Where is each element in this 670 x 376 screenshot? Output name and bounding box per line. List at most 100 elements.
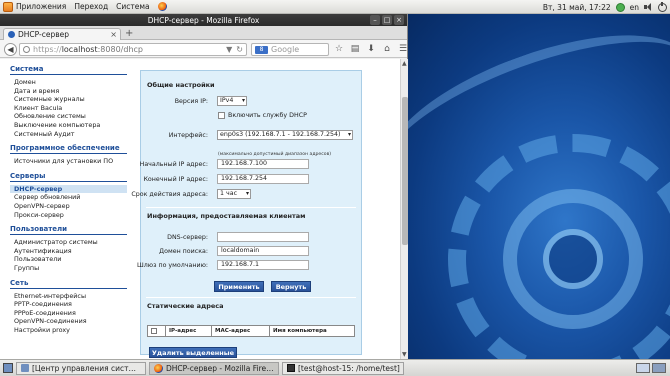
- ip-version-select[interactable]: IPv4 ▾: [217, 96, 247, 106]
- wallpaper-gear-core: [543, 229, 603, 289]
- sidebar-item[interactable]: DHCP-сервер: [10, 184, 127, 194]
- range-hint: (максимально допустимый диапазон адресов…: [218, 152, 332, 157]
- applications-label: Приложения: [16, 2, 67, 11]
- task-terminal[interactable]: [test@host-15: /home/test]: [282, 361, 404, 375]
- downloads-icon[interactable]: ⬇: [365, 43, 377, 55]
- power-icon[interactable]: [658, 1, 667, 12]
- volume-icon[interactable]: [644, 3, 653, 11]
- url-path: :8080/dhcp: [97, 45, 143, 54]
- url-bar[interactable]: https://localhost:8080/dhcp ▼ ↻: [19, 43, 247, 56]
- reload-icon[interactable]: ↻: [236, 45, 243, 54]
- sidebar-item[interactable]: Выключение компьютера: [10, 121, 127, 130]
- workspace-1[interactable]: [636, 363, 650, 373]
- sidebar-section: Пользователи Администратор системы Аутенти…: [10, 225, 127, 272]
- sidebar-section-title: Пользователи: [10, 225, 127, 236]
- sidebar-section-title: Система: [10, 65, 127, 75]
- sidebar-section-title: Программное обеспечение: [10, 144, 127, 155]
- select-all-checkbox[interactable]: [151, 328, 157, 334]
- tab-close-icon[interactable]: ×: [110, 30, 117, 39]
- show-desktop-icon[interactable]: [3, 363, 13, 373]
- clock[interactable]: Вт, 31 май, 17:22: [543, 3, 611, 12]
- lease-time-label: Срок действия адреса:: [131, 191, 208, 198]
- task-firefox[interactable]: DHCP-сервер - Mozilla Fire…: [149, 361, 279, 375]
- back-button[interactable]: ◀: [4, 43, 17, 56]
- column-header-hostname[interactable]: Имя компьютера: [270, 326, 354, 336]
- url-host: localhost: [61, 45, 98, 54]
- search-bar[interactable]: 8 Google: [251, 43, 329, 56]
- sidebar-section-title: Серверы: [10, 172, 127, 182]
- delete-selected-button[interactable]: Удалить выделенные: [149, 347, 237, 358]
- sidebar-item[interactable]: Сервер обновлений: [10, 193, 127, 202]
- maximize-button[interactable]: □: [382, 15, 392, 25]
- sidebar-item[interactable]: Пользователи: [10, 255, 127, 264]
- apply-button[interactable]: Применить: [214, 281, 264, 292]
- task-control-center[interactable]: [Центр управления сист…: [16, 361, 146, 375]
- start-ip-input[interactable]: 192.168.7.100: [217, 159, 309, 169]
- sidebar-item[interactable]: Администратор системы: [10, 238, 127, 247]
- sidebar-item[interactable]: Настройки proxy: [10, 326, 127, 335]
- search-input[interactable]: Google: [271, 45, 299, 54]
- sidebar-item[interactable]: PPPoE-соединения: [10, 309, 127, 318]
- scroll-down-icon[interactable]: ▼: [402, 351, 407, 358]
- sidebar-item[interactable]: Системные журналы: [10, 95, 127, 104]
- firefox-window: DHCP-сервер - Mozilla Firefox – □ × DHCP…: [0, 14, 408, 359]
- sidebar-item[interactable]: Источники для установки ПО: [10, 157, 127, 166]
- sidebar-item[interactable]: Клиент Bacula: [10, 104, 127, 113]
- sidebar-item[interactable]: OpenVPN-соединения: [10, 317, 127, 326]
- sidebar-item[interactable]: PPTP-соединения: [10, 300, 127, 309]
- enable-dhcp-label: Включить службу DHCP: [228, 112, 307, 119]
- url-dropdown-icon[interactable]: ▼: [226, 45, 232, 54]
- system-menu[interactable]: Система: [116, 2, 149, 11]
- workspace-switcher[interactable]: [636, 363, 666, 373]
- system-label: Система: [116, 2, 150, 11]
- sidebar-section: Серверы DHCP-сервер Сервер обновлений OpenV…: [10, 172, 127, 219]
- sidebar-item[interactable]: Обновление системы: [10, 112, 127, 121]
- dns-server-input[interactable]: [217, 232, 309, 242]
- applications-menu[interactable]: Приложения: [3, 1, 67, 12]
- scroll-up-icon[interactable]: ▲: [402, 60, 407, 67]
- new-tab-button[interactable]: +: [125, 28, 133, 39]
- sidebar-item[interactable]: Группы: [10, 264, 127, 273]
- close-window-button[interactable]: ×: [394, 15, 404, 25]
- gateway-input[interactable]: 192.168.7.1: [217, 260, 309, 270]
- end-ip-input[interactable]: 192.168.7.254: [217, 174, 309, 184]
- window-titlebar[interactable]: DHCP-сервер - Mozilla Firefox – □ ×: [0, 14, 407, 26]
- task-label: [Центр управления сист…: [32, 363, 136, 373]
- column-header-ip[interactable]: IP-адрес: [166, 326, 212, 336]
- sidebar-item[interactable]: Системный Аудит: [10, 130, 127, 139]
- divider: [146, 297, 356, 298]
- workspace-2[interactable]: [652, 363, 666, 373]
- enable-dhcp-checkbox[interactable]: [218, 112, 225, 119]
- sidebar-item[interactable]: Дата и время: [10, 87, 127, 96]
- revert-button[interactable]: Вернуть: [271, 281, 311, 292]
- places-menu[interactable]: Переход: [74, 2, 108, 11]
- reading-list-icon[interactable]: ▤: [349, 43, 361, 55]
- column-header-mac[interactable]: MAC-адрес: [212, 326, 270, 336]
- site-identity-icon[interactable]: [23, 46, 30, 53]
- start-ip-label: Начальный IP адрес:: [139, 161, 208, 168]
- ip-version-value: IPv4: [220, 97, 234, 104]
- page-scrollbar[interactable]: ▲ ▼: [400, 59, 408, 359]
- firefox-launcher-icon[interactable]: [157, 2, 167, 11]
- minimize-button[interactable]: –: [370, 15, 380, 25]
- home-icon[interactable]: ⌂: [381, 43, 393, 55]
- divider: [146, 207, 356, 208]
- chevron-down-icon: ▾: [245, 190, 249, 197]
- url-protocol: https://: [33, 45, 62, 54]
- network-status-icon[interactable]: [615, 2, 625, 12]
- lease-time-select[interactable]: 1 час ▾: [217, 189, 251, 199]
- bookmark-star-icon[interactable]: ☆: [333, 43, 345, 55]
- firefox-icon: [154, 363, 163, 373]
- sidebar-item[interactable]: Аутентификация: [10, 247, 127, 256]
- keyboard-layout-indicator[interactable]: en: [630, 3, 639, 12]
- search-domain-input[interactable]: localdomain: [217, 246, 309, 256]
- sidebar-item[interactable]: Домен: [10, 78, 127, 87]
- search-engine-icon[interactable]: 8: [255, 45, 268, 54]
- sidebar-item[interactable]: Прокси-сервер: [10, 211, 127, 220]
- end-ip-label: Конечный IP адрес:: [143, 176, 208, 183]
- tab-dhcp-server[interactable]: DHCP-сервер ×: [3, 28, 121, 40]
- interface-select[interactable]: enp0s3 (192.168.7.1 - 192.168.7.254) ▾: [217, 130, 353, 140]
- sidebar-item[interactable]: OpenVPN-сервер: [10, 202, 127, 211]
- sidebar-item[interactable]: Ethernet-интерфейсы: [10, 292, 127, 301]
- tab-bar: DHCP-сервер × +: [0, 26, 407, 40]
